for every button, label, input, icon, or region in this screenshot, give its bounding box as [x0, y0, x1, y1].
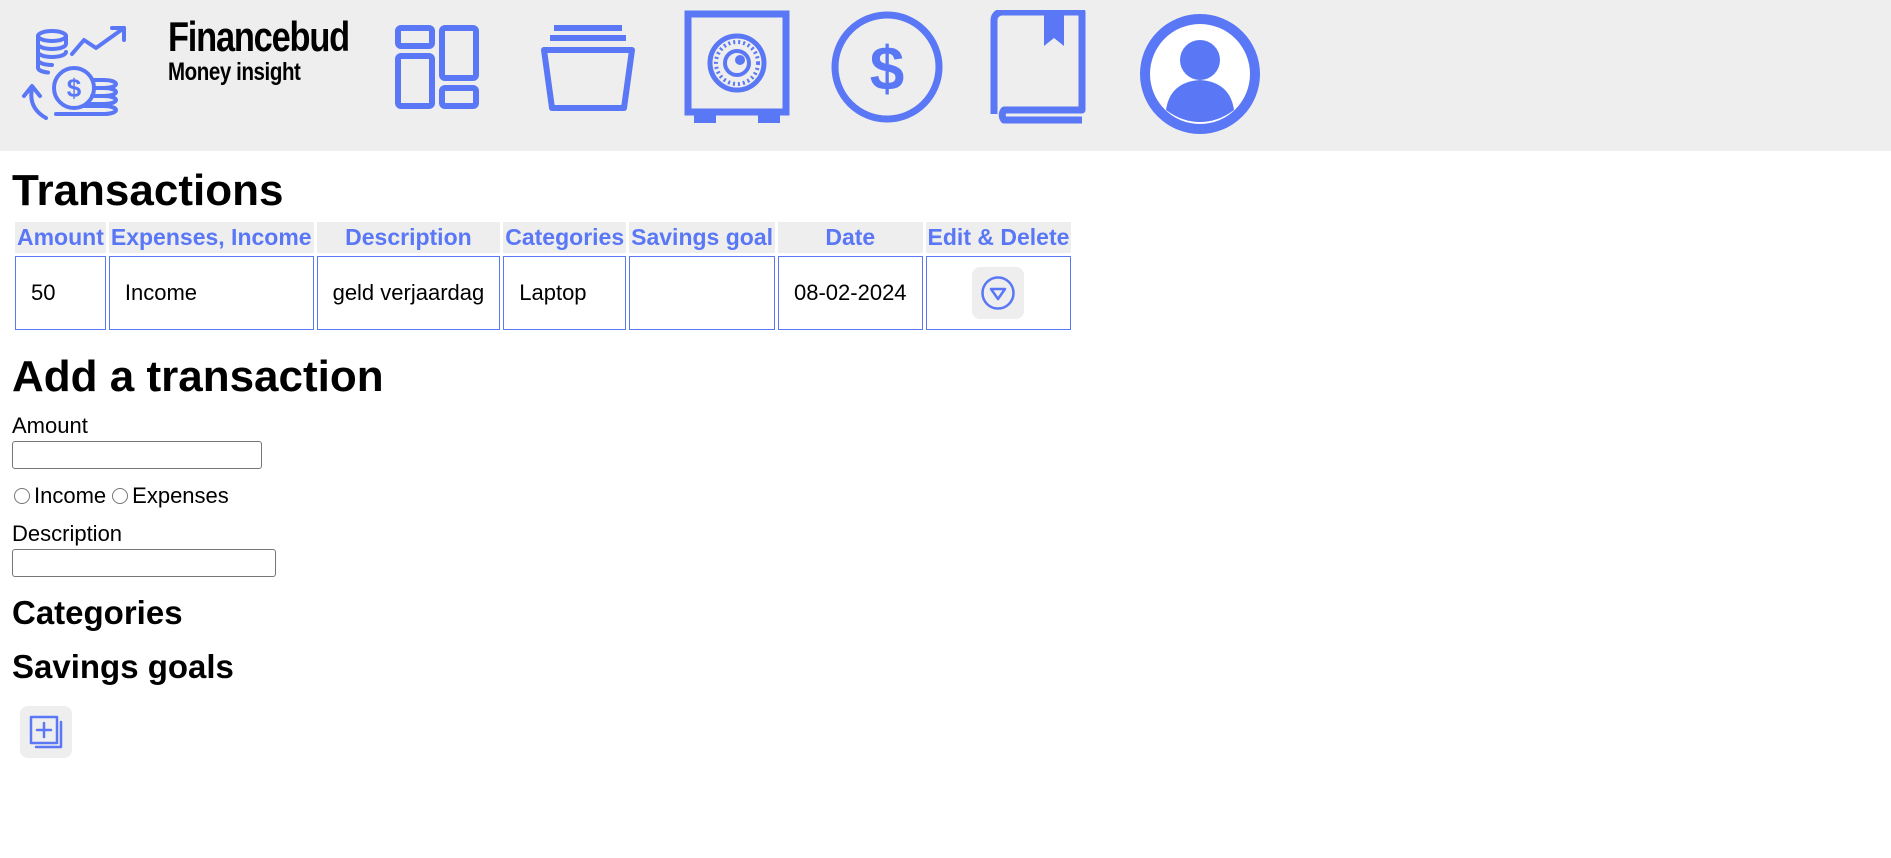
- cell-amount: 50: [15, 256, 106, 330]
- row-actions-toggle-button[interactable]: [972, 267, 1025, 319]
- col-categories: Categories: [503, 222, 627, 253]
- savings-goals-title: Savings goals: [12, 647, 234, 685]
- cell-category: Laptop: [503, 256, 627, 330]
- transactions-title: Transactions: [12, 166, 284, 215]
- type-radio-group: Income Expenses: [12, 483, 1879, 509]
- logo-icon[interactable]: $: [20, 24, 132, 120]
- col-edit-delete: Edit & Delete: [925, 222, 1072, 253]
- add-transaction-title: Add a transaction: [12, 352, 384, 401]
- brand[interactable]: Financebud Money insight: [168, 16, 389, 85]
- col-description: Description: [316, 222, 501, 253]
- expenses-radio[interactable]: [112, 488, 129, 504]
- svg-text:$: $: [870, 35, 904, 104]
- cell-date: 08-02-2024: [778, 256, 923, 330]
- col-date: Date: [778, 222, 923, 253]
- col-savings-goal: Savings goal: [629, 222, 775, 253]
- add-transaction-button[interactable]: [20, 706, 72, 759]
- income-radio-label[interactable]: Income: [34, 483, 106, 509]
- cell-actions: [925, 256, 1072, 330]
- folder-icon[interactable]: [540, 24, 636, 112]
- table-row: 50 Income geld verjaardag Laptop 08-02-2…: [15, 256, 1072, 330]
- bookmark-book-icon[interactable]: [990, 10, 1086, 124]
- brand-tagline: Money insight: [168, 58, 301, 86]
- cell-type: Income: [108, 256, 314, 330]
- dashboard-icon[interactable]: [394, 24, 480, 110]
- col-amount: Amount: [15, 222, 106, 253]
- main-content: Transactions Amount Expenses, Income Des…: [0, 166, 1891, 759]
- brand-name: Financebud: [168, 13, 350, 60]
- safe-icon[interactable]: [684, 10, 790, 125]
- cell-description: geld verjaardag: [316, 256, 501, 330]
- income-radio[interactable]: [14, 488, 30, 504]
- transactions-table: Amount Expenses, Income Description Cate…: [12, 219, 1074, 333]
- description-input[interactable]: [12, 549, 276, 577]
- user-profile-icon[interactable]: [1140, 14, 1260, 134]
- add-transaction-form: Amount Income Expenses Description Categ…: [12, 413, 1879, 759]
- cell-savings-goal: [629, 256, 775, 330]
- amount-label: Amount: [12, 413, 88, 438]
- top-navigation-bar: $ Financebud Money insight $: [0, 0, 1891, 151]
- amount-input[interactable]: [12, 441, 262, 469]
- expenses-radio-label[interactable]: Expenses: [132, 483, 229, 509]
- categories-title: Categories: [12, 594, 183, 631]
- col-type: Expenses, Income: [108, 222, 314, 253]
- chevron-down-circle-icon: [981, 276, 1016, 310]
- description-label: Description: [12, 521, 123, 546]
- svg-text:$: $: [67, 73, 82, 103]
- dollar-icon[interactable]: $: [830, 10, 944, 124]
- table-header-row: Amount Expenses, Income Description Cate…: [15, 222, 1072, 253]
- add-stack-icon: [29, 715, 63, 749]
